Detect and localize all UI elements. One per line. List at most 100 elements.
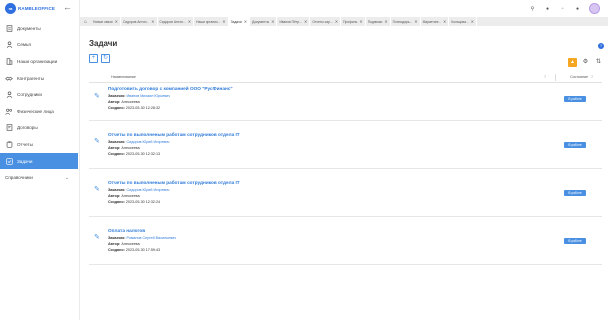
tasks-table: Наименование ? Состояние ? ✎ Подготовить… (89, 72, 602, 265)
created-label: Создано: (108, 200, 125, 204)
home-icon[interactable]: ⌂ (80, 17, 91, 26)
sidebar-item-employees[interactable]: Сотрудники (0, 86, 79, 103)
close-icon[interactable]: ✕ (443, 19, 446, 24)
edit-icon[interactable]: ✎ (94, 137, 100, 145)
tab-label: Документы (252, 19, 270, 24)
created-value: 2023-05-30 17:59:43 (125, 248, 161, 252)
column-header-status[interactable]: Состояние (570, 75, 588, 79)
gear-icon[interactable]: ⚙ (581, 58, 590, 67)
notification-icon[interactable]: ● (544, 6, 551, 12)
tab-label: Отчеты сар... (312, 19, 333, 24)
edit-icon[interactable]: ✎ (94, 185, 100, 193)
task-author: Автор: Алексеева (108, 242, 140, 246)
sidebar-item-tasks[interactable]: Задачи (0, 152, 78, 170)
tab-item[interactable]: Новые связи ✕ (91, 17, 121, 26)
status-badge: В работе (564, 142, 586, 148)
created-value: 2023-05-30 12:32:24 (125, 200, 161, 204)
close-icon[interactable]: ✕ (271, 19, 274, 24)
tab-item[interactable]: Документы ✕ (250, 17, 278, 26)
close-icon[interactable]: ✕ (359, 19, 362, 24)
tab-item[interactable]: Попподарь... ✕ (390, 17, 421, 26)
task-title[interactable]: Оплата налогов (108, 228, 145, 233)
status-badge: В работе (564, 238, 586, 244)
sort-icon[interactable]: ⇅ (594, 58, 603, 67)
tab-item[interactable]: Кольцова... ✕ (449, 17, 478, 26)
sidebar-item-contracts[interactable]: Договоры (0, 120, 79, 137)
sidebar-item-label: Договоры (17, 125, 38, 131)
customer-label: Заказчик: (108, 188, 126, 192)
search-icon[interactable]: ⚲ (529, 6, 536, 12)
tab-label: Задачи (230, 19, 242, 24)
status-badge: В работе (564, 190, 586, 196)
customer-link[interactable]: Сидоров Юрий Игоревич (127, 188, 170, 192)
top-bar: ⚲ ● ▫ ● (80, 0, 608, 17)
close-icon[interactable]: ✕ (222, 19, 225, 24)
task-title[interactable]: Отчеты по выполненым работам сотрудников… (108, 180, 240, 185)
sidebar-nav: Документы Семья Наши организации Контраг… (0, 20, 79, 186)
mail-icon[interactable]: ▫ (559, 6, 566, 12)
column-header-name[interactable]: Наименование (111, 75, 136, 79)
back-arrow-icon[interactable]: ← (63, 3, 72, 12)
sidebar-item-label: Сотрудники (17, 92, 42, 98)
tab-bar: ⌂ Новые связи ✕ Сидоров Антон... ✕ Сидоров… (80, 17, 608, 26)
add-task-button[interactable]: + (89, 54, 98, 63)
created-value: 2023-05-30 12:28:32 (125, 106, 161, 110)
refresh-button[interactable]: ↻ (101, 54, 110, 63)
help-icon[interactable]: ? (544, 75, 546, 79)
tab-item[interactable]: Подписки ✕ (365, 17, 391, 26)
tab-item[interactable]: Сидоров Антон... ✕ (157, 17, 195, 26)
close-icon[interactable]: ✕ (384, 19, 387, 24)
close-icon[interactable]: ✕ (151, 19, 154, 24)
table-header: Наименование ? Состояние ? (89, 72, 602, 83)
sidebar-item-contractors[interactable]: Контрагенты (0, 70, 79, 87)
close-icon[interactable]: ✕ (244, 19, 247, 24)
task-created: Создано: 2023-05-30 12:32:24 (108, 200, 160, 204)
sidebar-item-family[interactable]: Семья (0, 37, 79, 54)
settings-icon[interactable]: ● (574, 6, 581, 12)
table-row[interactable]: ✎ Отчеты по выполненым работам сотрудник… (89, 169, 602, 217)
sidebar-item-reports[interactable]: Отчеты (0, 136, 79, 153)
sidebar-item-directories[interactable]: Справочники ⌄ (0, 169, 79, 186)
customer-link[interactable]: Иванов Михаил Юрьевич (127, 94, 171, 98)
task-customer: Заказчик: Романов Сергей Васильевич (108, 236, 176, 240)
close-icon[interactable]: ✕ (335, 19, 338, 24)
tab-tasks[interactable]: Задачи ✕ (228, 17, 251, 26)
close-icon[interactable]: ✕ (414, 19, 417, 24)
edit-icon[interactable]: ✎ (94, 233, 100, 241)
tab-item[interactable]: Иванов Пётр... ✕ (277, 17, 311, 26)
help-icon[interactable]: ? (598, 43, 604, 49)
close-icon[interactable]: ✕ (304, 19, 307, 24)
tab-item[interactable]: Профиль ✕ (341, 17, 366, 26)
table-row[interactable]: ✎ Подготовить договор с компанией ООО "Р… (89, 83, 602, 121)
sidebar-item-documents[interactable]: Документы (0, 20, 79, 37)
customer-link[interactable]: Романов Сергей Васильевич (127, 236, 177, 240)
tab-label: Сидоров Антон... (122, 19, 150, 24)
tab-label: Кольцова... (451, 19, 469, 24)
close-icon[interactable]: ✕ (115, 19, 118, 24)
sidebar-item-individuals[interactable]: Физические лица (0, 103, 79, 120)
close-icon[interactable]: ✕ (471, 19, 474, 24)
app-window: ra RAMBLEOFFICE ← Документы Семья Наши о… (0, 0, 608, 320)
sidebar-item-label: Документы (17, 25, 41, 31)
author-value: Алексеева (121, 194, 140, 198)
customer-label: Заказчик: (108, 94, 126, 98)
task-title[interactable]: Отчеты по выполненым работам сотрудников… (108, 132, 240, 137)
edit-icon[interactable]: ✎ (94, 92, 100, 100)
task-customer: Заказчик: Иванов Михаил Юрьевич (108, 94, 170, 98)
tab-item[interactable]: Маркетинг... ✕ (420, 17, 450, 26)
customer-link[interactable]: Сидоров Юрий Игоревич (127, 140, 170, 144)
table-row[interactable]: ✎ Отчеты по выполненым работам сотрудник… (89, 121, 602, 169)
avatar[interactable] (589, 3, 600, 14)
tab-item[interactable]: Сидоров Антон... ✕ (120, 17, 158, 26)
warning-icon[interactable]: ▲ (568, 58, 577, 67)
task-title[interactable]: Подготовить договор с компанией ООО "Рус… (108, 86, 233, 91)
sidebar-item-organizations[interactable]: Наши организации (0, 53, 79, 70)
help-icon[interactable]: ? (591, 75, 593, 79)
tab-item[interactable]: Отчеты сар... ✕ (310, 17, 342, 26)
table-row[interactable]: ✎ Оплата налогов Заказчик: Романов Серге… (89, 217, 602, 265)
close-icon[interactable]: ✕ (188, 19, 191, 24)
tab-label: Новые связи (93, 19, 113, 24)
task-customer: Заказчик: Сидоров Юрий Игоревич (108, 140, 169, 144)
logo-text: RAMBLEOFFICE (18, 6, 55, 11)
tab-item[interactable]: Наши организ... ✕ (194, 17, 229, 26)
